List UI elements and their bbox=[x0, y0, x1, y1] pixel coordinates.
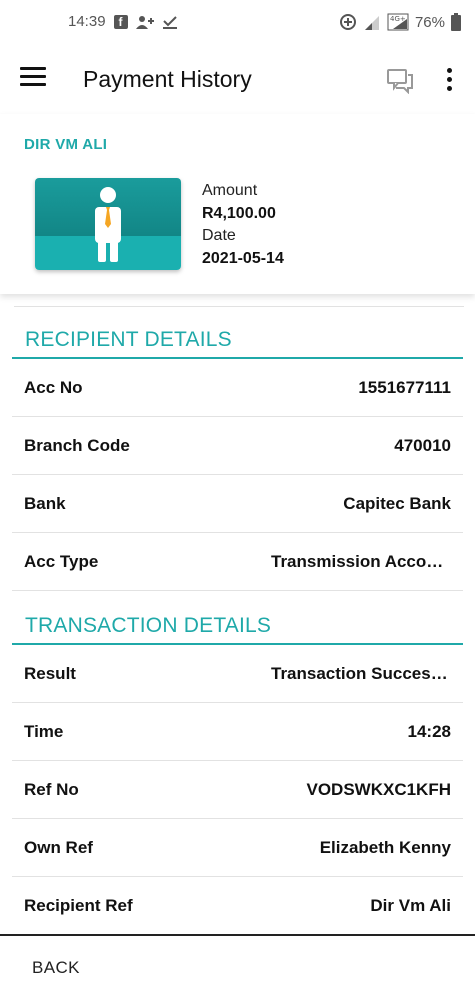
footer-divider bbox=[0, 934, 475, 936]
detail-row-acc-no: Acc No 1551677111 bbox=[12, 359, 463, 417]
menu-button[interactable] bbox=[20, 67, 46, 91]
person-add-icon bbox=[135, 15, 154, 29]
check-icon bbox=[162, 15, 178, 29]
detail-label: Acc Type bbox=[24, 552, 99, 571]
detail-row-acc-type: Acc Type Transmission Account bbox=[12, 533, 463, 591]
person-tie-icon bbox=[95, 187, 121, 262]
detail-value: Transaction Successful bbox=[271, 664, 451, 683]
status-bar: 14:39 f 4G+ 76% bbox=[0, 0, 475, 48]
back-button[interactable]: BACK bbox=[32, 958, 80, 978]
detail-label: Bank bbox=[24, 494, 66, 513]
svg-text:4G+: 4G+ bbox=[390, 15, 406, 23]
status-left: 14:39 f bbox=[68, 13, 178, 30]
transaction-details-title: TRANSACTION DETAILS bbox=[25, 614, 272, 637]
recipient-avatar bbox=[35, 178, 181, 270]
more-vert-icon bbox=[446, 68, 452, 73]
detail-label: Recipient Ref bbox=[24, 896, 133, 915]
detail-value: Elizabeth Kenny bbox=[319, 838, 451, 857]
status-right: 4G+ 76% bbox=[339, 13, 461, 31]
recipient-details-title: RECIPIENT DETAILS bbox=[25, 328, 232, 351]
detail-row-own-ref: Own Ref Elizabeth Kenny bbox=[12, 819, 463, 877]
status-time: 14:39 bbox=[68, 13, 106, 30]
data-saver-icon bbox=[339, 13, 357, 31]
detail-row-bank: Bank Capitec Bank bbox=[12, 475, 463, 533]
network-4g-icon: 4G+ bbox=[387, 13, 409, 31]
detail-value: Dir Vm Ali bbox=[370, 896, 451, 915]
detail-value: 14:28 bbox=[407, 722, 451, 741]
detail-value: 1551677111 bbox=[358, 378, 451, 397]
detail-label: Own Ref bbox=[24, 838, 93, 857]
date-value: 2021-05-14 bbox=[202, 250, 284, 267]
signal-icon bbox=[363, 14, 381, 30]
detail-row-ref-no: Ref No VODSWKXC1KFH bbox=[12, 761, 463, 819]
detail-label: Branch Code bbox=[24, 436, 130, 455]
detail-row-time: Time 14:28 bbox=[12, 703, 463, 761]
detail-label: Result bbox=[24, 664, 76, 683]
amount-label: Amount bbox=[202, 182, 258, 199]
detail-value: Transmission Account bbox=[271, 552, 451, 571]
chat-button[interactable] bbox=[386, 66, 414, 95]
detail-row-branch-code: Branch Code 470010 bbox=[12, 417, 463, 475]
battery-text: 76% bbox=[414, 13, 445, 31]
more-options-button[interactable] bbox=[441, 68, 457, 94]
date-label: Date bbox=[202, 227, 236, 244]
amount-value: R4,100.00 bbox=[202, 205, 276, 222]
chat-icon bbox=[387, 69, 413, 95]
detail-label: Acc No bbox=[24, 378, 83, 397]
detail-label: Time bbox=[24, 722, 64, 741]
detail-value: VODSWKXC1KFH bbox=[306, 780, 451, 799]
payment-summary-card: DIR VM ALI Amount R4,100.00 Date 2021-05… bbox=[0, 114, 475, 294]
facebook-icon: f bbox=[113, 14, 128, 29]
menu-icon bbox=[20, 67, 46, 70]
recipient-name: DIR VM ALI bbox=[24, 136, 108, 153]
detail-label: Ref No bbox=[24, 780, 79, 799]
app-bar: Payment History bbox=[0, 48, 475, 114]
detail-value: 470010 bbox=[394, 436, 451, 455]
page-title: Payment History bbox=[83, 66, 252, 92]
detail-value: Capitec Bank bbox=[343, 494, 451, 513]
battery-icon bbox=[451, 13, 461, 31]
divider bbox=[14, 306, 464, 307]
detail-row-recipient-ref: Recipient Ref Dir Vm Ali bbox=[12, 877, 463, 935]
detail-row-result: Result Transaction Successful bbox=[12, 645, 463, 703]
